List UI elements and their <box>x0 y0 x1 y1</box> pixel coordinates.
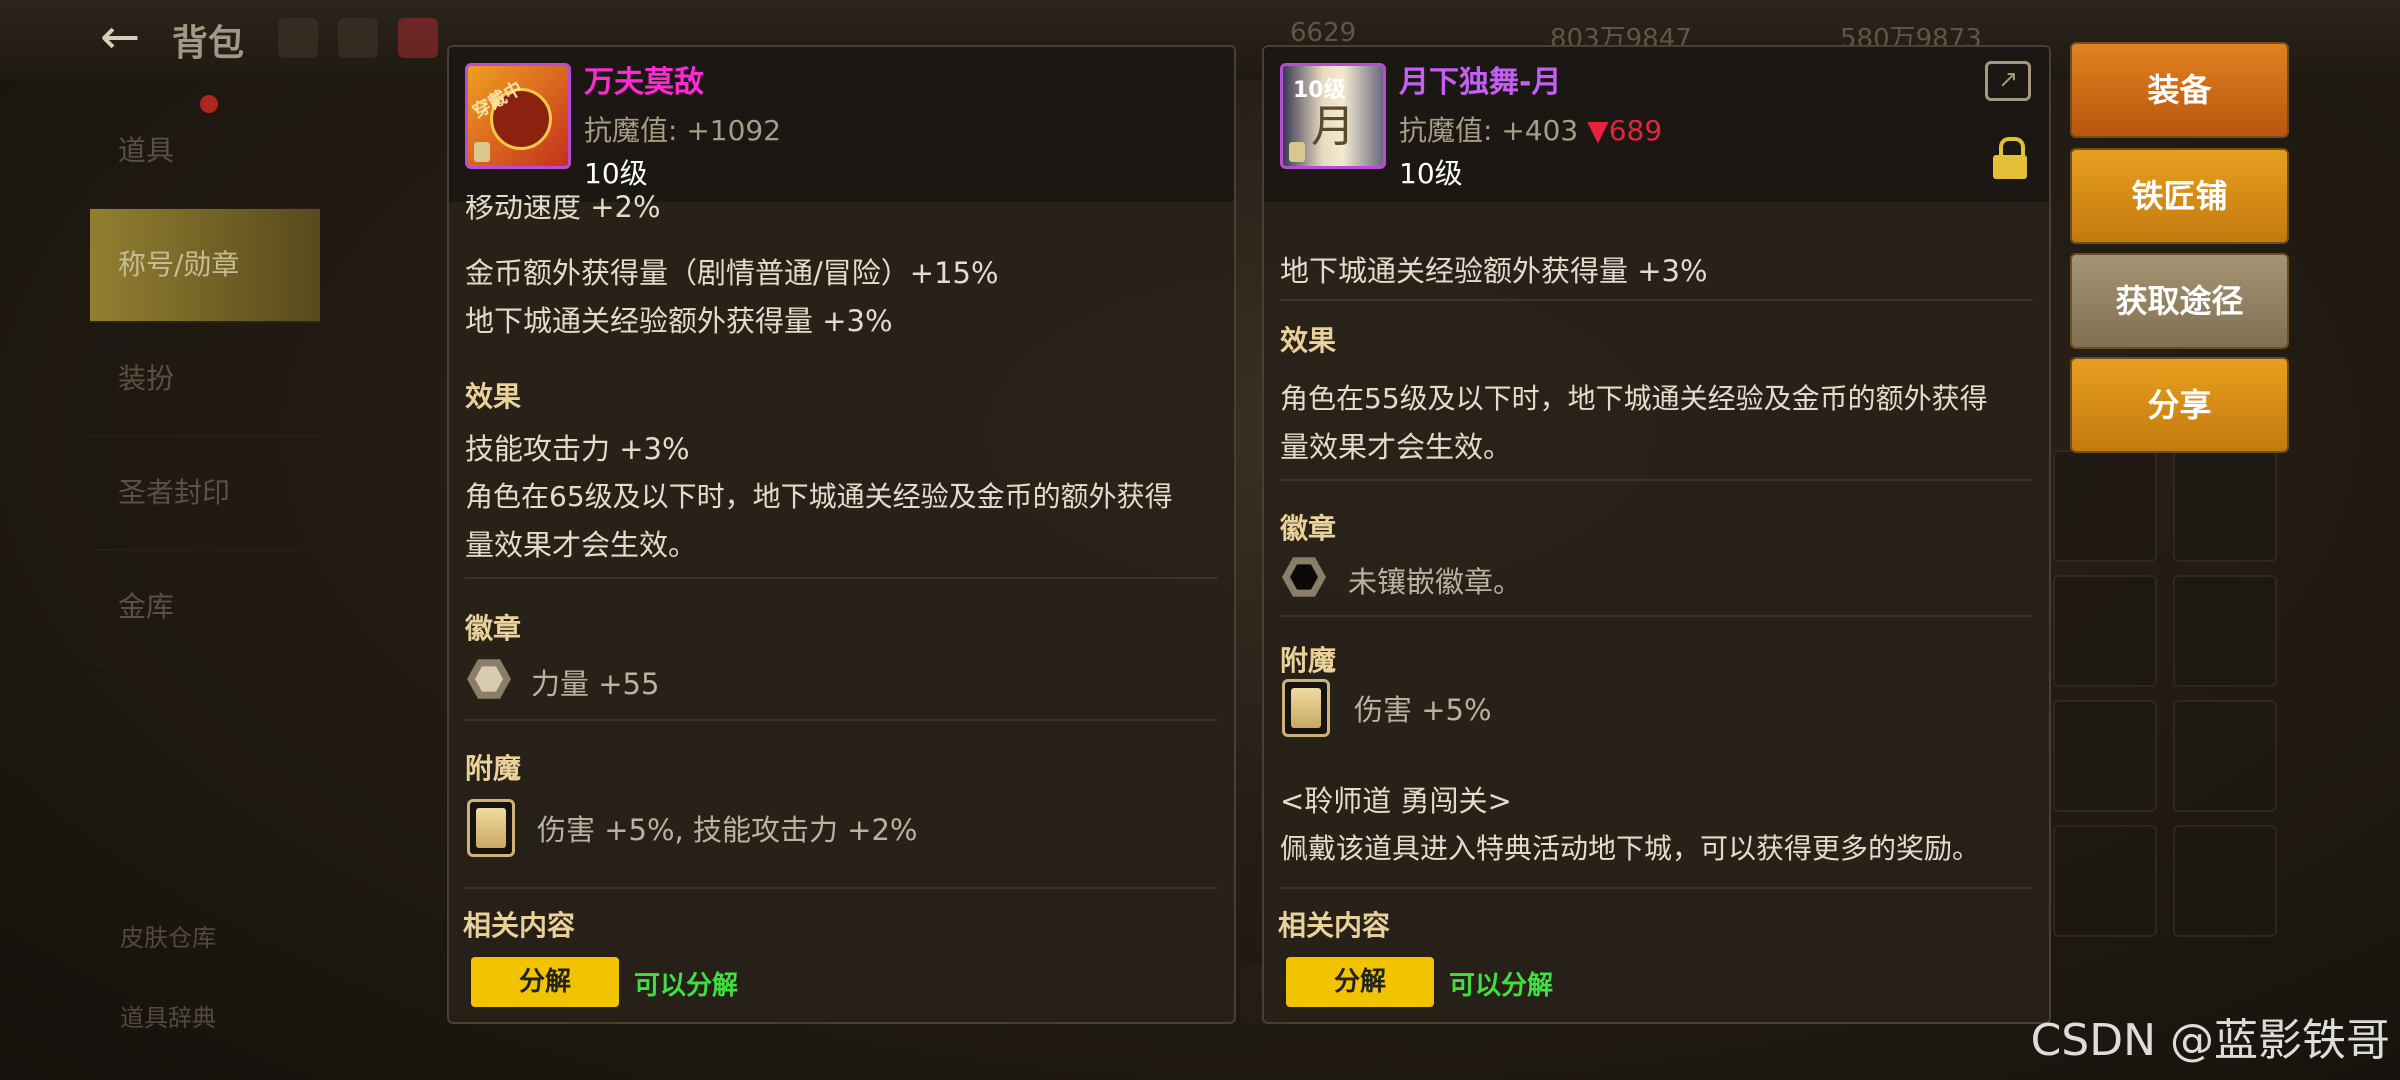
enchant-card-icon <box>1282 679 1330 737</box>
item-stat: 抗魔值: +1092 <box>584 114 782 147</box>
empty-badge-icon <box>1282 555 1326 599</box>
badge-title: 徽章 <box>465 612 522 645</box>
inventory-slot[interactable] <box>2053 575 2157 687</box>
item-tooltip-equipped: 穿戴中 万夫莫敌 抗魔值: +1092 10级 移动速度 +2% 金币额外获得量… <box>447 45 1236 1024</box>
item-level: 10级 <box>1399 157 1463 190</box>
enchant-card-icon <box>467 799 515 857</box>
item-dictionary-link[interactable]: 道具辞典 <box>120 998 216 1033</box>
stat-line: 移动速度 +2% <box>465 195 661 223</box>
sidebar-item-vault[interactable]: 金库 <box>90 551 320 665</box>
inventory-slot[interactable] <box>2173 450 2277 562</box>
inventory-slot[interactable] <box>2173 825 2277 937</box>
effect-title: 效果 <box>1280 324 1337 357</box>
item-tooltip-compare: 月 10级 月下独舞-月 抗魔值: +403 ▼689 10级 ↗ 地下城通关经… <box>1262 45 2051 1024</box>
gift-icon[interactable] <box>398 18 438 58</box>
divider <box>1280 887 2033 889</box>
stat-line: 地下城通关经验额外获得量 +3% <box>1280 254 1708 288</box>
obtain-route-button[interactable]: 获取途径 <box>2070 253 2289 349</box>
sidebar-item-seal[interactable]: 圣者封印 <box>90 437 320 551</box>
item-name: 万夫莫敌 <box>584 65 704 100</box>
lock-icon <box>474 142 490 162</box>
effect-line: 量效果才会生效。 <box>465 528 698 562</box>
effect-line: 量效果才会生效。 <box>1280 430 1513 464</box>
divider <box>465 577 1218 579</box>
lock-icon[interactable] <box>1993 137 2027 179</box>
effect-line: 角色在55级及以下时，地下城通关经验及金币的额外获得 <box>1280 382 1988 415</box>
inventory-slot[interactable] <box>2053 825 2157 937</box>
sidebar-item-avatar[interactable]: 装扮 <box>90 323 320 437</box>
item-level: 10级 <box>584 157 648 190</box>
sidebar-item-titles[interactable]: 称号/勋章 <box>90 209 320 323</box>
divider <box>1280 615 2033 617</box>
enchant-text: 伤害 +5% <box>1354 693 1492 727</box>
enchant-text: 伤害 +5%, 技能攻击力 +2% <box>537 813 918 847</box>
inventory-slot[interactable] <box>2173 700 2277 812</box>
item-thumbnail: 月 10级 <box>1280 63 1386 169</box>
help-icon[interactable] <box>278 18 318 58</box>
effect-line: 技能攻击力 +3% <box>465 432 690 466</box>
page-title: 背包 <box>172 23 245 64</box>
equip-button[interactable]: 装备 <box>2070 42 2289 138</box>
item-header: 穿戴中 万夫莫敌 抗魔值: +1092 10级 <box>449 47 1234 202</box>
enchant-title: 附魔 <box>1280 644 1337 677</box>
stat-diff: ▼689 <box>1587 114 1663 147</box>
enchant-title: 附魔 <box>465 752 522 785</box>
stat-line: 金币额外获得量（剧情普通/冒险）+15% <box>465 256 999 290</box>
disassemble-button[interactable]: 分解 <box>1286 957 1434 1007</box>
disassemble-button[interactable]: 分解 <box>471 957 619 1007</box>
item-header: 月 10级 月下独舞-月 抗魔值: +403 ▼689 10级 ↗ <box>1264 47 2049 202</box>
calendar-icon[interactable] <box>338 18 378 58</box>
lock-icon <box>1289 142 1305 162</box>
stat-line: 地下城通关经验额外获得量 +3% <box>465 304 893 338</box>
item-name: 月下独舞-月 <box>1399 65 1562 100</box>
thumbnail-level: 10级 <box>1293 78 1346 103</box>
blacksmith-button[interactable]: 铁匠铺 <box>2070 148 2289 244</box>
disassemble-status: 可以分解 <box>1449 971 1554 1001</box>
event-title: <聆师道 勇闯关> <box>1280 784 1512 818</box>
divider <box>1280 299 2033 301</box>
badge-text: 未镶嵌徽章。 <box>1348 565 1523 599</box>
related-title: 相关内容 <box>1278 909 1391 942</box>
inventory-slot[interactable] <box>2053 700 2157 812</box>
arrow-left-icon[interactable]: ← <box>100 12 160 62</box>
sidebar: 道具 称号/勋章 装扮 圣者封印 金库 <box>90 95 320 665</box>
item-thumbnail: 穿戴中 <box>465 63 571 169</box>
item-stat: 抗魔值: +403 ▼689 <box>1399 114 1663 147</box>
divider <box>1280 479 2033 481</box>
effect-line: 角色在65级及以下时，地下城通关经验及金币的额外获得 <box>465 480 1173 513</box>
skin-storage-link[interactable]: 皮肤仓库 <box>120 918 216 953</box>
disassemble-status: 可以分解 <box>634 971 739 1001</box>
effect-title: 效果 <box>465 380 522 413</box>
badge-title: 徽章 <box>1280 512 1337 545</box>
share-icon[interactable]: ↗ <box>1985 61 2031 101</box>
share-button[interactable]: 分享 <box>2070 357 2289 453</box>
sidebar-item-items[interactable]: 道具 <box>90 95 320 209</box>
divider <box>465 719 1218 721</box>
inventory-slot[interactable] <box>2053 450 2157 562</box>
watermark: CSDN @蓝影铁哥 <box>2030 1015 2390 1066</box>
currency-gold: 6629 <box>1290 18 1357 48</box>
related-title: 相关内容 <box>463 909 576 942</box>
badge-text: 力量 +55 <box>531 667 660 701</box>
badge-icon <box>467 657 511 701</box>
divider <box>465 887 1218 889</box>
inventory-slot[interactable] <box>2173 575 2277 687</box>
event-description: 佩戴该道具进入特典活动地下城，可以获得更多的奖励。 <box>1280 832 1981 865</box>
